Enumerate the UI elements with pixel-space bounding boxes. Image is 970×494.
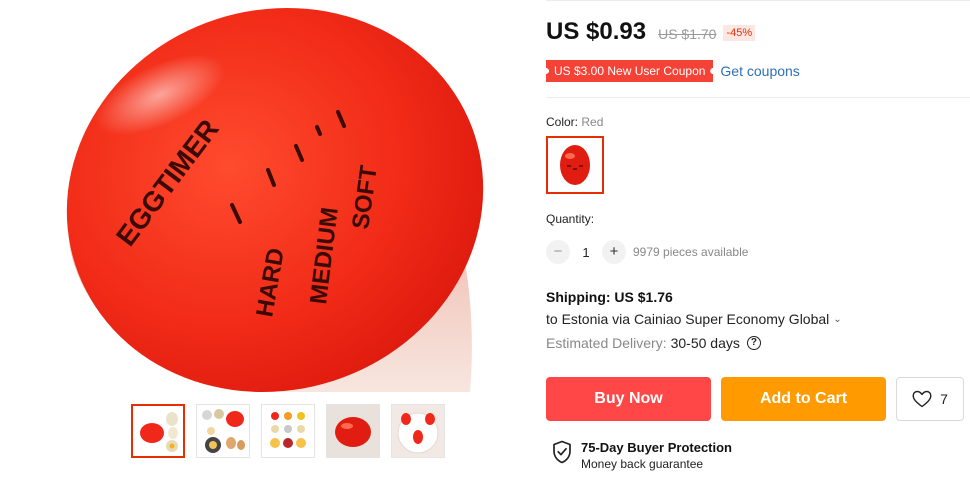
color-label-row: Color: Red: [546, 115, 603, 129]
get-coupons-link[interactable]: Get coupons: [720, 63, 799, 79]
quantity-minus-button[interactable]: −: [546, 240, 570, 264]
protection-subtitle: Money back guarantee: [581, 457, 704, 471]
divider: [546, 97, 970, 98]
thumbnail-2[interactable]: [196, 404, 250, 458]
pieces-available: 9979 pieces available: [633, 245, 749, 259]
coupon-row: US $3.00 New User Coupon Get coupons: [546, 60, 800, 82]
red-egg-timer-swatch: [560, 145, 590, 185]
chevron-down-icon[interactable]: ⌄: [833, 314, 841, 325]
new-user-coupon[interactable]: US $3.00 New User Coupon: [546, 60, 714, 82]
add-to-cart-button[interactable]: Add to Cart: [721, 377, 886, 421]
shield-check-icon: [553, 440, 571, 464]
price-row: US $0.93 US $1.70 -45%: [546, 18, 756, 46]
delivery-days: 30-50 days: [670, 335, 740, 351]
current-price: US $0.93: [546, 18, 647, 45]
heart-icon: [912, 390, 932, 408]
estimated-delivery: Estimated Delivery: 30-50 days ?: [546, 335, 761, 351]
top-divider: [546, 0, 970, 1]
quantity-stepper: − 1 + 9979 pieces available: [546, 240, 748, 264]
thumbnail-strip: [131, 404, 445, 458]
main-product-image[interactable]: EGGTIMER HARD MEDIUM SOFT: [0, 0, 500, 392]
egg-timer-collage-thumbnail: [202, 409, 245, 453]
wishlist-count: 7: [940, 391, 948, 407]
delivery-label: Estimated Delivery:: [546, 335, 667, 351]
egg-timer-with-eggs-thumbnail: [140, 412, 178, 452]
protection-title: 75-Day Buyer Protection: [581, 440, 732, 455]
buy-now-button[interactable]: Buy Now: [546, 377, 711, 421]
shipping-destination-text: to Estonia via Cainiao Super Economy Glo…: [546, 311, 830, 327]
quantity-label: Quantity:: [546, 212, 595, 226]
thumbnail-5[interactable]: [391, 404, 445, 458]
egg-timer-image: EGGTIMER HARD MEDIUM SOFT: [66, 8, 484, 392]
thumbnail-1[interactable]: [131, 404, 185, 458]
color-swatch-red[interactable]: [546, 136, 604, 194]
help-icon[interactable]: ?: [746, 336, 761, 350]
buyer-protection: 75-Day Buyer Protection Money back guara…: [552, 440, 732, 472]
wishlist-button[interactable]: 7: [896, 377, 964, 421]
thumbnail-3[interactable]: [261, 404, 315, 458]
shipping-destination[interactable]: to Estonia via Cainiao Super Economy Glo…: [546, 311, 842, 327]
quantity-value[interactable]: 1: [570, 245, 602, 260]
egg-timer-plate-thumbnail: [392, 405, 444, 457]
quantity-plus-button[interactable]: +: [602, 240, 626, 264]
egg-timer-steps-thumbnail: [270, 412, 306, 448]
egg-timer-closeup-thumbnail: [327, 405, 379, 457]
color-value: Red: [581, 115, 604, 129]
color-label: Color:: [546, 115, 579, 129]
discount-badge: -45%: [723, 25, 756, 41]
product-info-panel: US $0.93 US $1.70 -45% US $3.00 New User…: [546, 0, 970, 494]
thumbnail-4[interactable]: [326, 404, 380, 458]
shipping-price: Shipping: US $1.76: [546, 289, 673, 305]
original-price: US $1.70: [658, 26, 717, 42]
